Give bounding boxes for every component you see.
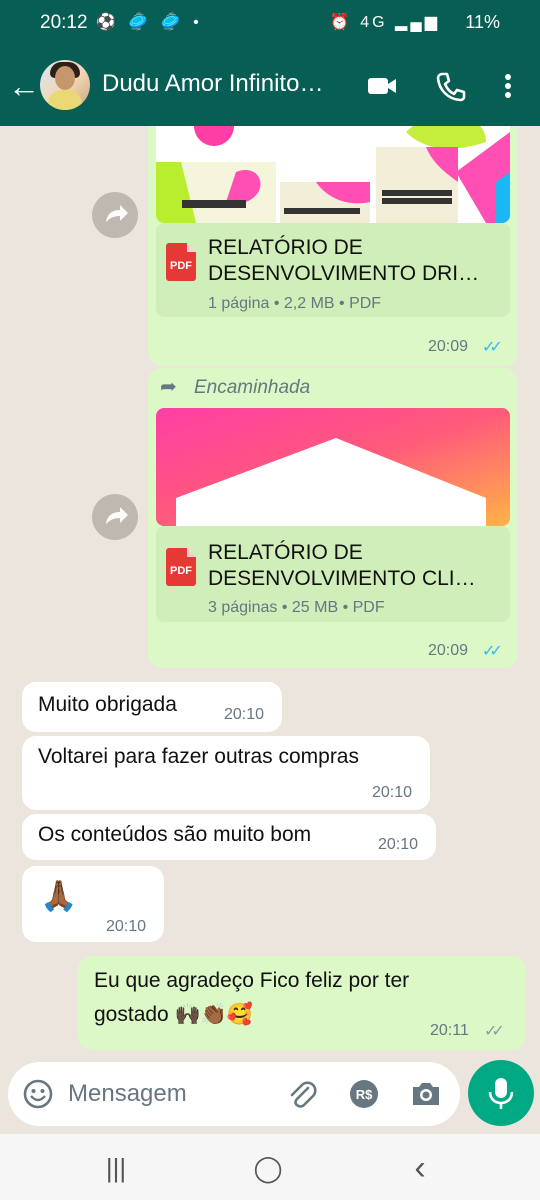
recents-button[interactable]: |||: [96, 1152, 136, 1184]
top-bar: 20:12 ⚽ 🥏 🥏 • ⏰ 4G ▂▄▆ 11% ← Dudu Amor I…: [0, 0, 540, 126]
read-receipt-icon: ✓✓: [482, 643, 503, 660]
status-time: 20:12: [40, 12, 88, 33]
document-card[interactable]: PDF RELATÓRIO DE DESENVOLVIMENTO DRI… 1 …: [156, 223, 510, 317]
message-time: 20:09: [428, 642, 469, 659]
incoming-message[interactable]: Voltarei para fazer outras compras 20:10: [22, 736, 430, 810]
system-icons: ⏰ 4G ▂▄▆: [329, 14, 440, 31]
delivered-receipt-icon: ✓✓: [484, 1023, 505, 1040]
system-navigation-bar: ||| ◯ ‹: [0, 1134, 540, 1200]
video-call-icon[interactable]: [364, 68, 400, 104]
document-thumbnail[interactable]: [156, 408, 510, 526]
forwarded-document-message[interactable]: ➦ Encaminhada PDF RELATÓRIO DE DESENVOLV…: [148, 368, 518, 668]
back-button[interactable]: ‹: [400, 1151, 440, 1185]
document-thumbnail[interactable]: [156, 126, 510, 223]
message-composer: R$: [8, 1062, 460, 1126]
document-card[interactable]: PDF RELATÓRIO DE DESENVOLVIMENTO CLI… 3 …: [156, 526, 510, 622]
message-time: 20:10: [372, 784, 413, 801]
message-text: Muito obrigada: [38, 693, 177, 716]
attach-icon[interactable]: [284, 1076, 320, 1112]
phone-call-icon[interactable]: [432, 68, 468, 104]
notification-icons: ⚽ 🥏 🥏 •: [96, 14, 203, 31]
payment-icon[interactable]: R$: [346, 1076, 382, 1112]
outgoing-message[interactable]: Eu que agradeço Fico feliz por ter gosta…: [78, 956, 526, 1050]
message-time: 20:10: [106, 918, 147, 935]
forwarded-icon: ➦: [160, 376, 177, 398]
forward-button[interactable]: [92, 192, 138, 238]
document-title: RELATÓRIO DE DESENVOLVIMENTO CLI…: [208, 541, 476, 590]
chat-area[interactable]: PDF RELATÓRIO DE DESENVOLVIMENTO DRI… 1 …: [0, 126, 540, 1066]
forward-icon: [106, 205, 128, 222]
pdf-file-icon: PDF: [166, 548, 196, 586]
home-button[interactable]: ◯: [248, 1152, 288, 1184]
message-time: 20:09: [428, 338, 469, 355]
forwarded-label: Encaminhada: [194, 377, 311, 398]
forward-button[interactable]: [92, 494, 138, 540]
battery-level: 11%: [465, 12, 500, 32]
chat-header: ← Dudu Amor Infinito…: [0, 50, 540, 122]
more-options-icon[interactable]: [496, 68, 520, 104]
document-preview-image: [156, 408, 510, 526]
message-time: 20:10: [378, 836, 419, 853]
svg-text:R$: R$: [356, 1087, 373, 1102]
message-input[interactable]: [68, 1078, 268, 1110]
message-time: 20:11: [430, 1022, 469, 1039]
contact-name[interactable]: Dudu Amor Infinito…: [102, 70, 323, 98]
avatar[interactable]: [40, 60, 90, 110]
message-time: 20:10: [224, 706, 265, 723]
read-receipt-icon: ✓✓: [482, 339, 503, 356]
voice-record-button[interactable]: [468, 1060, 534, 1126]
document-title: RELATÓRIO DE DESENVOLVIMENTO DRI…: [208, 236, 480, 285]
message-text: Os conteúdos são muito bom: [38, 823, 312, 846]
document-message[interactable]: PDF RELATÓRIO DE DESENVOLVIMENTO DRI… 1 …: [148, 126, 518, 366]
incoming-message[interactable]: Os conteúdos são muito bom 20:10: [22, 814, 436, 860]
document-meta: 1 página • 2,2 MB • PDF: [208, 295, 382, 312]
pdf-file-icon: PDF: [166, 243, 196, 281]
incoming-message[interactable]: Muito obrigada 20:10: [22, 682, 282, 732]
status-bar: 20:12 ⚽ 🥏 🥏 • ⏰ 4G ▂▄▆ 11%: [0, 0, 540, 46]
document-preview-image: [156, 126, 510, 223]
emoji-icon[interactable]: [20, 1076, 56, 1112]
forward-icon: [106, 507, 128, 524]
camera-icon[interactable]: [408, 1076, 444, 1112]
message-text: Voltarei para fazer outras compras: [38, 745, 359, 768]
emoji-text: 🙏🏾: [40, 880, 78, 913]
document-meta: 3 páginas • 25 MB • PDF: [208, 599, 385, 616]
microphone-icon: [488, 1078, 514, 1109]
back-arrow-icon[interactable]: ←: [8, 66, 40, 106]
incoming-emoji-message[interactable]: 🙏🏾 20:10: [22, 866, 164, 942]
